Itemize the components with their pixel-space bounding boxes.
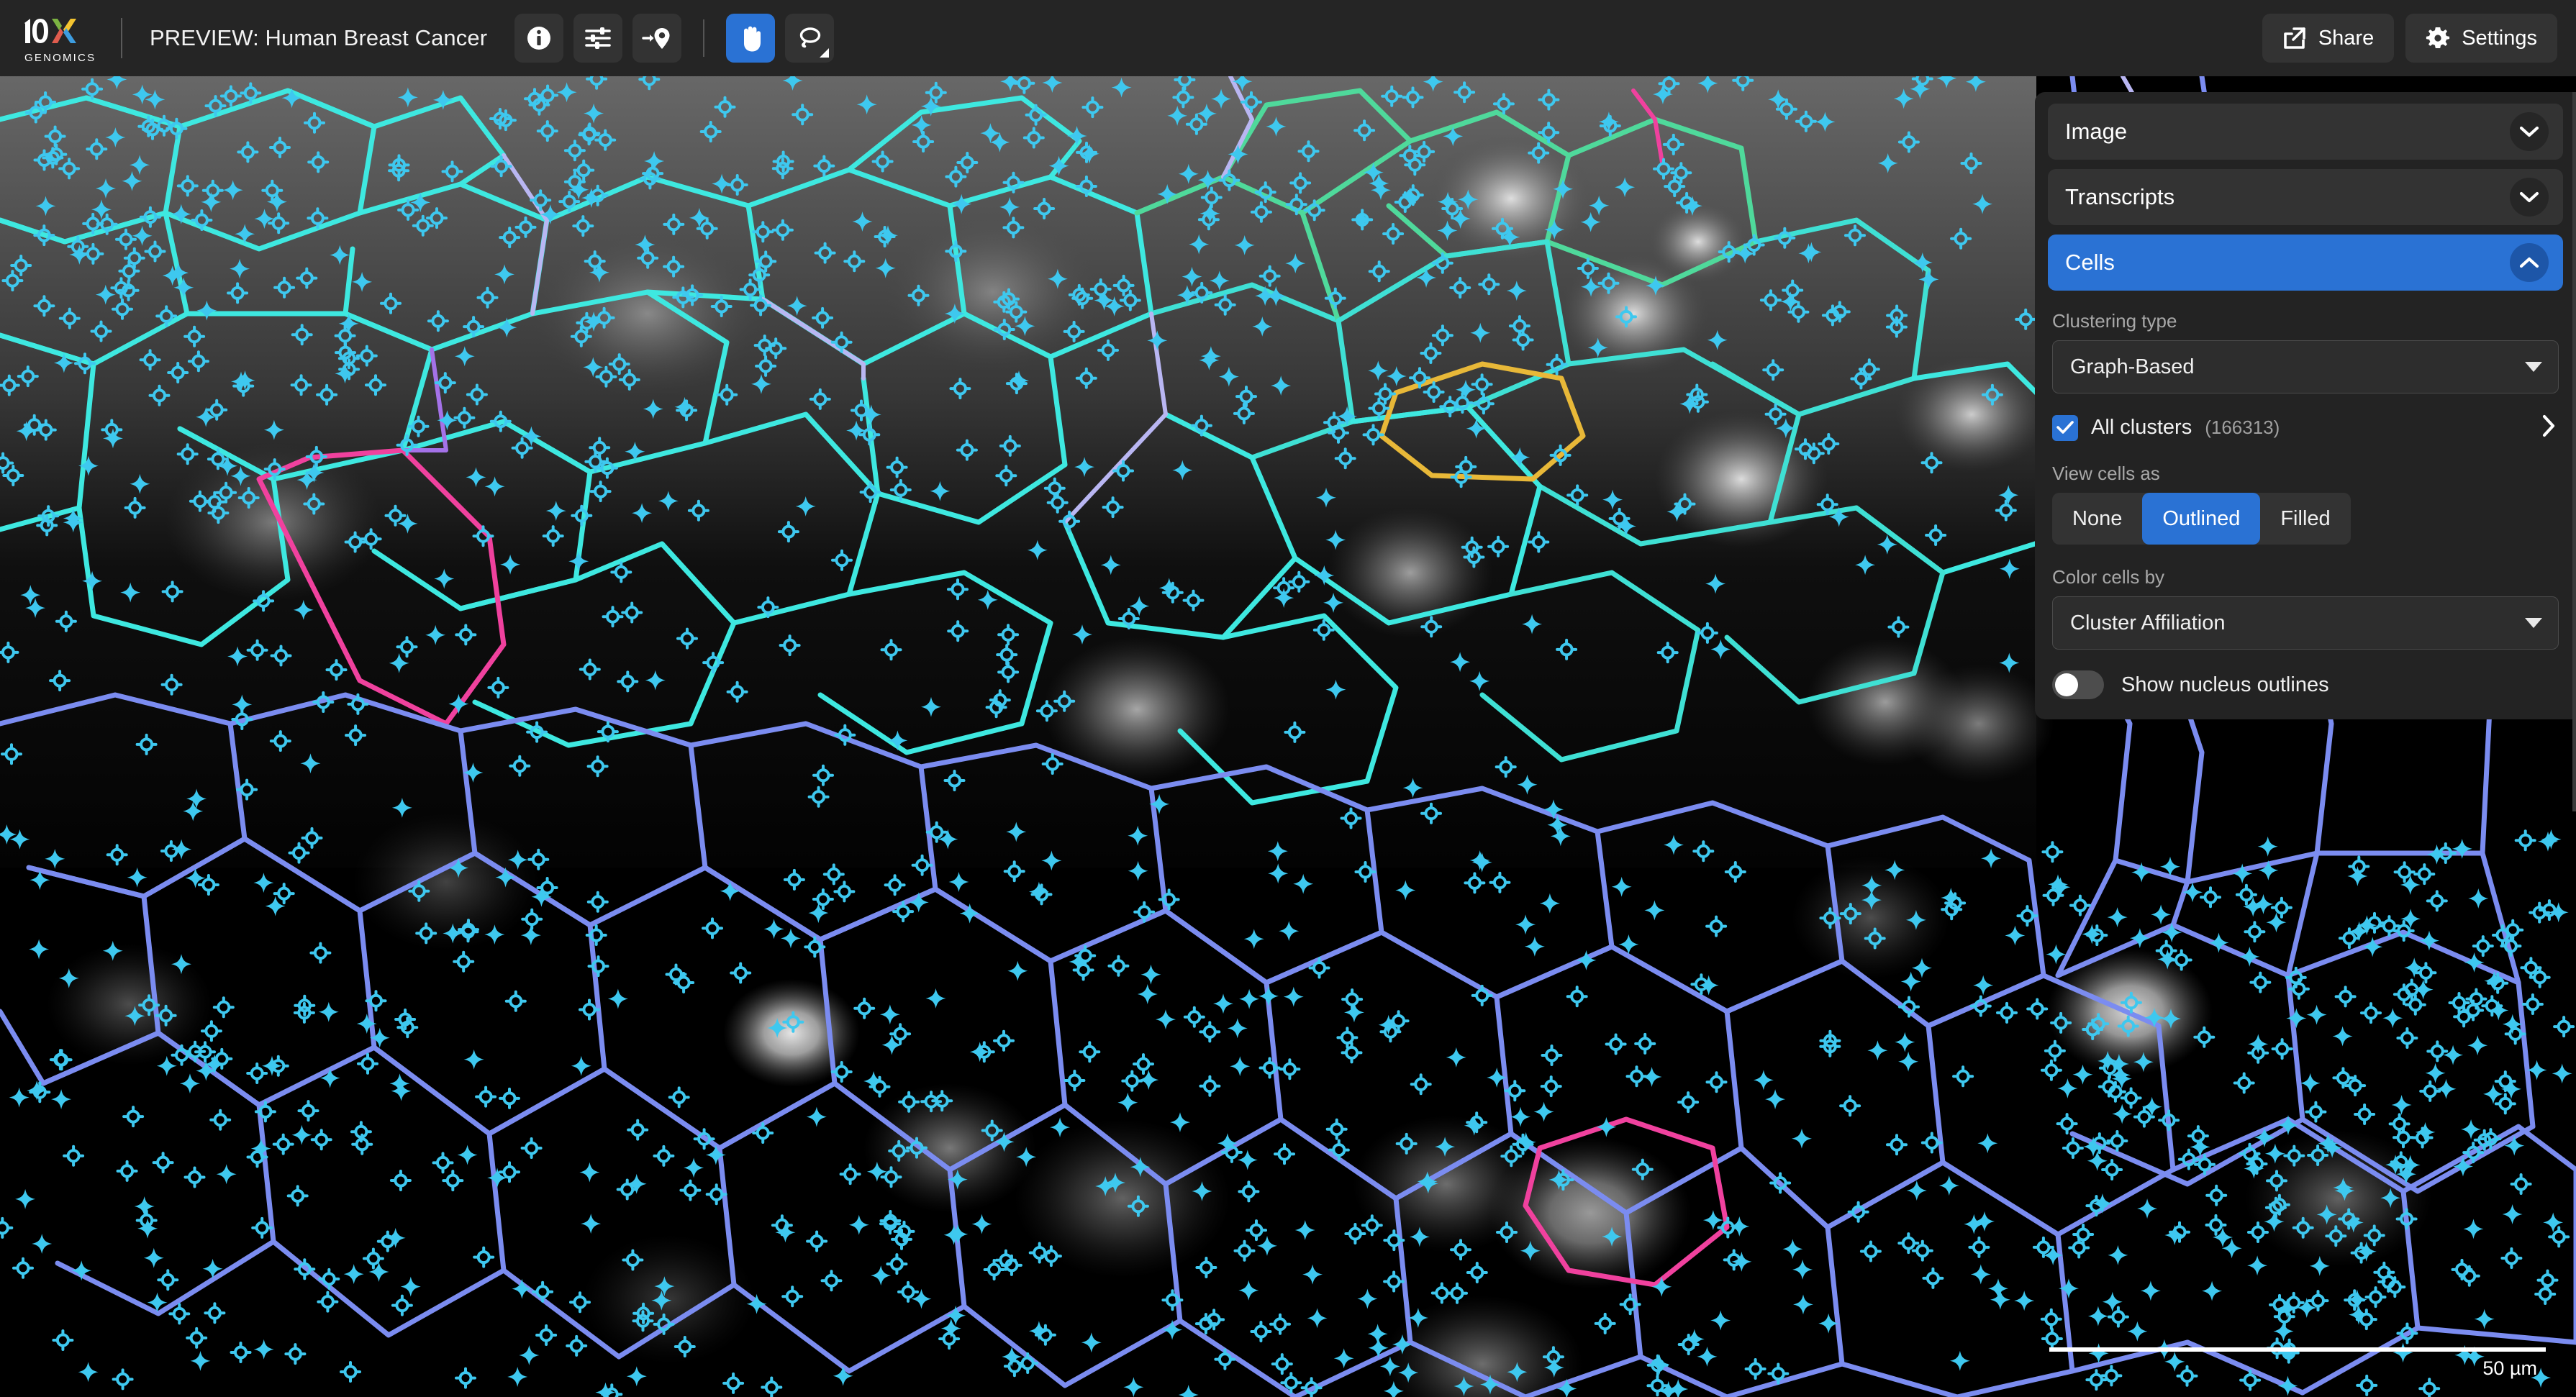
hand-icon bbox=[744, 26, 761, 52]
accordion-header-image[interactable]: Image bbox=[2048, 104, 2563, 160]
lasso-select-button[interactable] bbox=[785, 14, 835, 63]
scale-bar: 50 µm bbox=[2049, 1347, 2546, 1380]
external-link-icon bbox=[2284, 27, 2305, 49]
chevron-down-icon[interactable] bbox=[2510, 112, 2549, 151]
goto-location-button[interactable] bbox=[632, 14, 682, 63]
brand-divider bbox=[121, 18, 122, 58]
clustering-type-value: Graph-Based bbox=[2070, 355, 2195, 378]
show-nucleus-outlines-label: Show nucleus outlines bbox=[2121, 673, 2329, 696]
toggle-knob bbox=[2055, 673, 2078, 696]
tool-group bbox=[514, 14, 835, 63]
view-cells-as-option-none[interactable]: None bbox=[2052, 493, 2142, 545]
color-cells-by-select[interactable]: Cluster Affiliation bbox=[2052, 596, 2559, 650]
all-clusters-row[interactable]: All clusters (166313) bbox=[2052, 414, 2559, 441]
accordion-title-cells: Cells bbox=[2065, 250, 2115, 275]
document-title: PREVIEW: Human Breast Cancer bbox=[150, 25, 488, 50]
sliders-icon bbox=[585, 27, 611, 49]
settings-label: Settings bbox=[2462, 26, 2537, 50]
settings-panel: Image Transcripts Cells Clustering type … bbox=[2035, 92, 2576, 719]
chevron-down-icon bbox=[2525, 362, 2542, 372]
all-clusters-checkbox[interactable] bbox=[2052, 414, 2078, 441]
lasso-dropdown-indicator-icon bbox=[820, 48, 830, 58]
topbar-actions: Share Settings bbox=[2262, 14, 2576, 63]
all-clusters-label: All clusters bbox=[2091, 416, 2192, 439]
chevron-up-icon[interactable] bbox=[2510, 243, 2549, 282]
panel-scrollbar[interactable] bbox=[2572, 92, 2576, 811]
share-label: Share bbox=[2318, 26, 2375, 50]
view-cells-as-option-filled[interactable]: Filled bbox=[2260, 493, 2350, 545]
adjustments-button[interactable] bbox=[573, 14, 623, 63]
tenx-genomics-logo-icon: GENOMICS bbox=[24, 19, 96, 64]
color-cells-by-label: Color cells by bbox=[2052, 566, 2165, 588]
pan-hand-button[interactable] bbox=[726, 14, 776, 63]
accordion-title-transcripts: Transcripts bbox=[2065, 184, 2175, 209]
clustering-type-label: Clustering type bbox=[2052, 310, 2177, 332]
svg-text:GENOMICS: GENOMICS bbox=[24, 52, 96, 64]
scale-bar-line bbox=[2049, 1347, 2546, 1352]
map-pin-icon bbox=[642, 28, 670, 49]
info-icon bbox=[527, 27, 551, 50]
settings-button[interactable]: Settings bbox=[2405, 14, 2557, 63]
xenium-explorer-app: GENOMICS PREVIEW: Human Breast Cancer Sh… bbox=[0, 0, 2576, 1397]
scale-bar-label: 50 µm bbox=[2482, 1357, 2537, 1379]
show-nucleus-outlines-toggle[interactable] bbox=[2052, 670, 2104, 699]
info-button[interactable] bbox=[514, 14, 564, 63]
view-cells-as-label: View cells as bbox=[2052, 463, 2160, 484]
accordion-header-cells[interactable]: Cells bbox=[2048, 235, 2563, 291]
view-cells-as-option-outlined[interactable]: Outlined bbox=[2142, 493, 2261, 545]
top-toolbar: GENOMICS PREVIEW: Human Breast Cancer Sh… bbox=[0, 0, 2576, 76]
gear-icon bbox=[2426, 27, 2450, 48]
accordion-header-transcripts[interactable]: Transcripts bbox=[2048, 169, 2563, 225]
chevron-down-icon bbox=[2525, 618, 2542, 628]
tool-divider bbox=[703, 19, 705, 57]
all-clusters-count: (166313) bbox=[2205, 417, 2280, 438]
share-button[interactable]: Share bbox=[2262, 14, 2395, 63]
chevron-right-icon[interactable] bbox=[2541, 414, 2556, 441]
color-cells-by-value: Cluster Affiliation bbox=[2070, 611, 2226, 634]
chevron-down-icon[interactable] bbox=[2510, 178, 2549, 217]
brand-logo: GENOMICS PREVIEW: Human Breast Cancer bbox=[0, 11, 487, 65]
show-nucleus-outlines-row[interactable]: Show nucleus outlines bbox=[2052, 670, 2559, 699]
accordion-title-image: Image bbox=[2065, 119, 2128, 144]
cells-panel-body: Clustering type Graph-Based All clusters… bbox=[2048, 300, 2563, 702]
clustering-type-select[interactable]: Graph-Based bbox=[2052, 340, 2559, 393]
view-cells-as-segmented-control: None Outlined Filled bbox=[2052, 493, 2351, 545]
